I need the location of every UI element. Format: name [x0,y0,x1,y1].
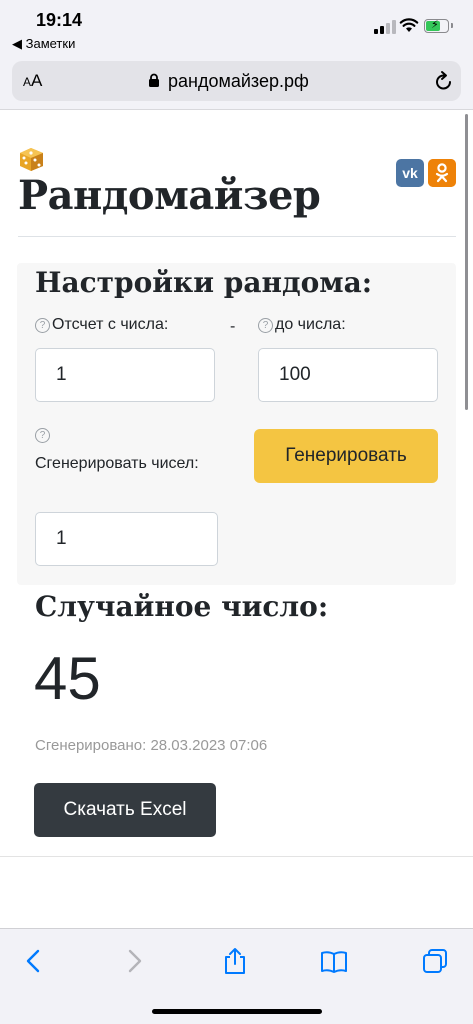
reader-text-size-button[interactable]: AA [23,71,42,91]
download-excel-button[interactable]: Скачать Excel [34,783,216,837]
scrollbar[interactable] [465,114,468,410]
help-count-icon[interactable]: ? [35,428,50,443]
from-label: Отсчет с числа: [52,316,169,333]
cellular-signal-icon [374,20,396,34]
range-separator: - [230,318,236,335]
help-to-icon[interactable]: ? [258,318,273,333]
back-chevron-icon[interactable] [20,947,48,975]
status-bar: 19:14 ◀ Заметки ⚡ [0,0,473,56]
url-field[interactable]: AA рандомайзер.рф [12,61,461,101]
settings-title: Настройки рандома: [35,266,373,299]
reload-icon[interactable] [434,70,454,92]
forward-chevron-icon[interactable] [120,947,148,975]
to-label: до числа: [275,316,346,333]
content-divider [0,856,473,857]
header-divider [18,236,456,237]
count-label: Сгенерировать чисел: [35,455,199,472]
tabs-icon[interactable] [421,947,449,975]
odnoklassniki-share-button[interactable] [428,159,456,187]
help-from-icon[interactable]: ? [35,318,50,333]
battery-charging-icon: ⚡ [424,19,453,33]
from-number-input[interactable]: 1 [35,348,215,402]
url-text: рандомайзер.рф [168,71,309,91]
lock-icon [149,73,159,87]
result-title: Случайное число: [35,590,329,623]
back-to-app-link[interactable]: ◀ Заметки [12,36,75,52]
count-input[interactable]: 1 [35,512,218,566]
bookmarks-book-icon[interactable] [320,947,348,975]
status-time: 19:14 [36,10,83,30]
site-title: Рандомайзер [18,172,321,219]
to-number-input[interactable]: 100 [258,348,438,402]
random-number-value: 45 [34,645,101,712]
generate-button[interactable]: Генерировать [254,429,438,483]
browser-address-bar: AA рандомайзер.рф [0,56,473,110]
wifi-icon [399,18,419,32]
vk-share-button[interactable]: vk [396,159,424,187]
share-icon[interactable] [221,947,249,975]
home-indicator[interactable] [152,1009,322,1014]
generated-timestamp: Сгенерировано: 28.03.2023 07:06 [35,737,268,754]
dice-logo-icon [20,148,43,171]
